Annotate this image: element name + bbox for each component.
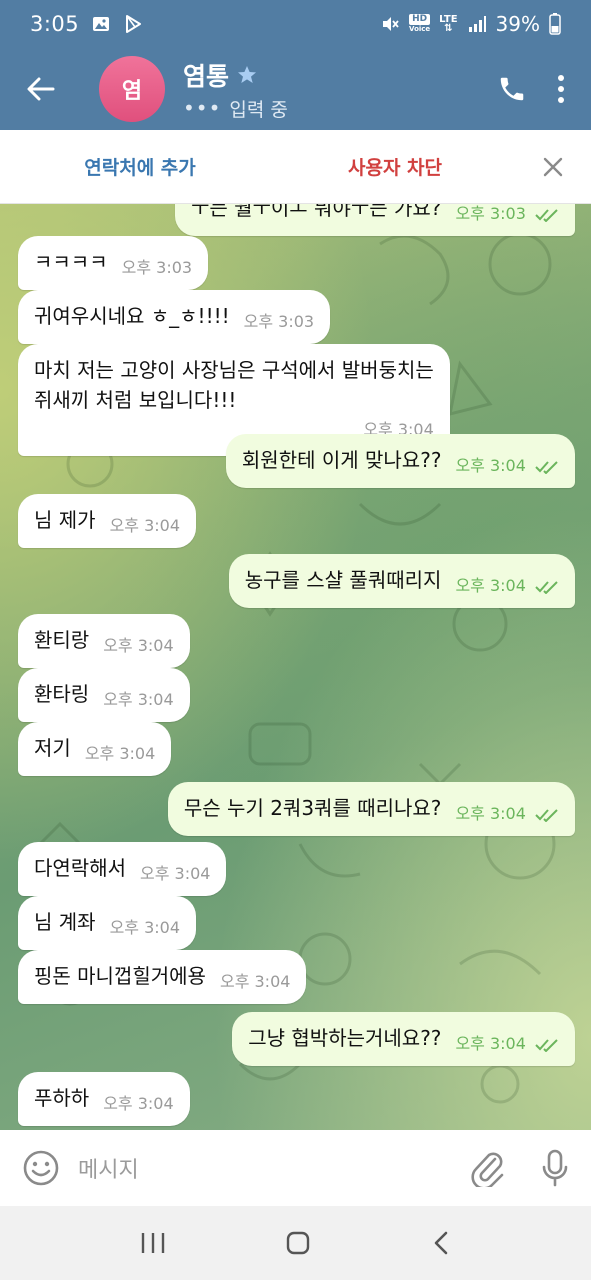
message-time: 오후 3:04 [455, 1029, 559, 1059]
message-bubble-outgoing[interactable]: 무슨 누기 2쿼3쿼를 때리나요? 오후 3:04 [167, 782, 575, 836]
avatar[interactable]: 염 [99, 56, 165, 122]
status-bar: 3:05 HD Voice LTE ⇅ 39% [0, 0, 591, 48]
recents-icon[interactable] [140, 1231, 166, 1255]
message-time: 오후 3:03 [243, 312, 315, 331]
message-time: 오후 3:03 [121, 258, 193, 277]
message-time: 오후 3:04 [103, 1094, 174, 1113]
message-time: 오후 3:04 [109, 918, 181, 937]
read-checks-icon [535, 808, 558, 822]
message-time: 오후 3:04 [103, 690, 174, 709]
message-bubble-outgoing[interactable]: 회원한테 이게 맞나요?? 오후 3:04 [225, 434, 575, 488]
message-input-bar: 메시지 [0, 1130, 591, 1206]
message-bubble-outgoing[interactable]: 농구를 스샬 풀쿼때리지 오후 3:04 [228, 554, 575, 608]
typing-status: 입력 중 [229, 98, 288, 121]
message-bubble-incoming[interactable]: 저기 오후 3:04 [18, 722, 172, 776]
message-time: 오후 3:04 [84, 744, 156, 763]
message-bubble-incoming[interactable]: ㅋㅋㅋㅋ 오후 3:03 [18, 236, 209, 290]
back-button[interactable] [0, 48, 82, 130]
message-bubble-incoming[interactable]: 님 계좌 오후 3:04 [18, 896, 197, 950]
typing-dots: ••• [183, 96, 222, 120]
read-checks-icon [535, 1038, 558, 1052]
chat-header: 염 염통 ••• 입력 중 [0, 48, 591, 130]
message-time: 오후 3:03 [455, 204, 559, 229]
battery-percent: 39% [495, 12, 540, 36]
mute-icon [383, 17, 399, 31]
nav-back-icon[interactable] [431, 1230, 451, 1256]
message-input[interactable]: 메시지 [78, 1152, 471, 1184]
message-bubble-outgoing[interactable]: 그냥 협박하는거네요?? 오후 3:04 [232, 1012, 575, 1066]
message-time: 오후 3:04 [219, 972, 291, 991]
new-contact-action-bar: 연락처에 추가 사용자 차단 [0, 130, 591, 204]
mic-icon[interactable] [541, 1149, 569, 1187]
message-time: 오후 3:04 [455, 799, 559, 829]
message-bubble-incoming[interactable]: 환타링 오후 3:04 [18, 668, 190, 722]
play-store-notification-icon [126, 15, 142, 33]
more-vert-icon[interactable] [557, 74, 565, 104]
contact-name: 염통 [183, 61, 230, 91]
status-time: 3:05 [30, 12, 80, 36]
attach-icon[interactable] [471, 1149, 505, 1187]
chat-area[interactable]: ㅜ는 월ㅜ이ㅗ 뭐야ㅜ는 가요? 오후 3:03 ㅋㅋㅋㅋ 오후 3:03 귀여… [0, 204, 591, 1130]
message-time: 오후 3:04 [455, 571, 559, 601]
avatar-initial: 염 [121, 79, 143, 104]
read-checks-icon [535, 580, 558, 594]
message-time: 오후 3:04 [103, 636, 174, 655]
message-bubble-incoming[interactable]: 귀여우시네요 ㅎ_ㅎ!!!! 오후 3:03 [18, 290, 331, 344]
network-badge: LTE ⇅ [439, 14, 458, 34]
message-time: 오후 3:04 [109, 516, 181, 535]
close-action-bar-button[interactable] [535, 149, 571, 185]
message-bubble-incoming[interactable]: 핑돈 마니껍힐거에용 오후 3:04 [18, 950, 307, 1004]
read-checks-icon [535, 460, 558, 474]
read-checks-icon [535, 208, 558, 222]
message-time: 오후 3:04 [455, 451, 559, 481]
add-contact-button[interactable]: 연락처에 추가 [0, 153, 280, 180]
close-icon [543, 157, 563, 176]
message-bubble-incoming[interactable]: 환티랑 오후 3:04 [18, 614, 190, 668]
home-icon[interactable] [285, 1230, 311, 1256]
message-bubble-incoming[interactable]: 님 제가 오후 3:04 [18, 494, 197, 548]
back-arrow-icon [27, 77, 55, 101]
phone-icon[interactable] [497, 74, 527, 104]
message-bubble-incoming[interactable]: 다연락해서 오후 3:04 [18, 842, 227, 896]
emoji-icon[interactable] [22, 1149, 60, 1187]
contact-info[interactable]: 염통 ••• 입력 중 [183, 57, 288, 122]
battery-icon [549, 13, 561, 35]
message-bubble-outgoing[interactable]: ㅜ는 월ㅜ이ㅗ 뭐야ㅜ는 가요? 오후 3:03 [174, 204, 575, 236]
message-time: 오후 3:04 [140, 864, 211, 883]
hd-voice-badge: HD Voice [409, 14, 431, 33]
block-user-button[interactable]: 사용자 차단 [280, 153, 510, 180]
system-navigation-bar [0, 1206, 591, 1280]
signal-icon [468, 16, 486, 32]
message-bubble-incoming[interactable]: 푸하하 오후 3:04 [18, 1072, 190, 1126]
gallery-notification-icon [93, 17, 110, 31]
star-icon [238, 65, 257, 83]
